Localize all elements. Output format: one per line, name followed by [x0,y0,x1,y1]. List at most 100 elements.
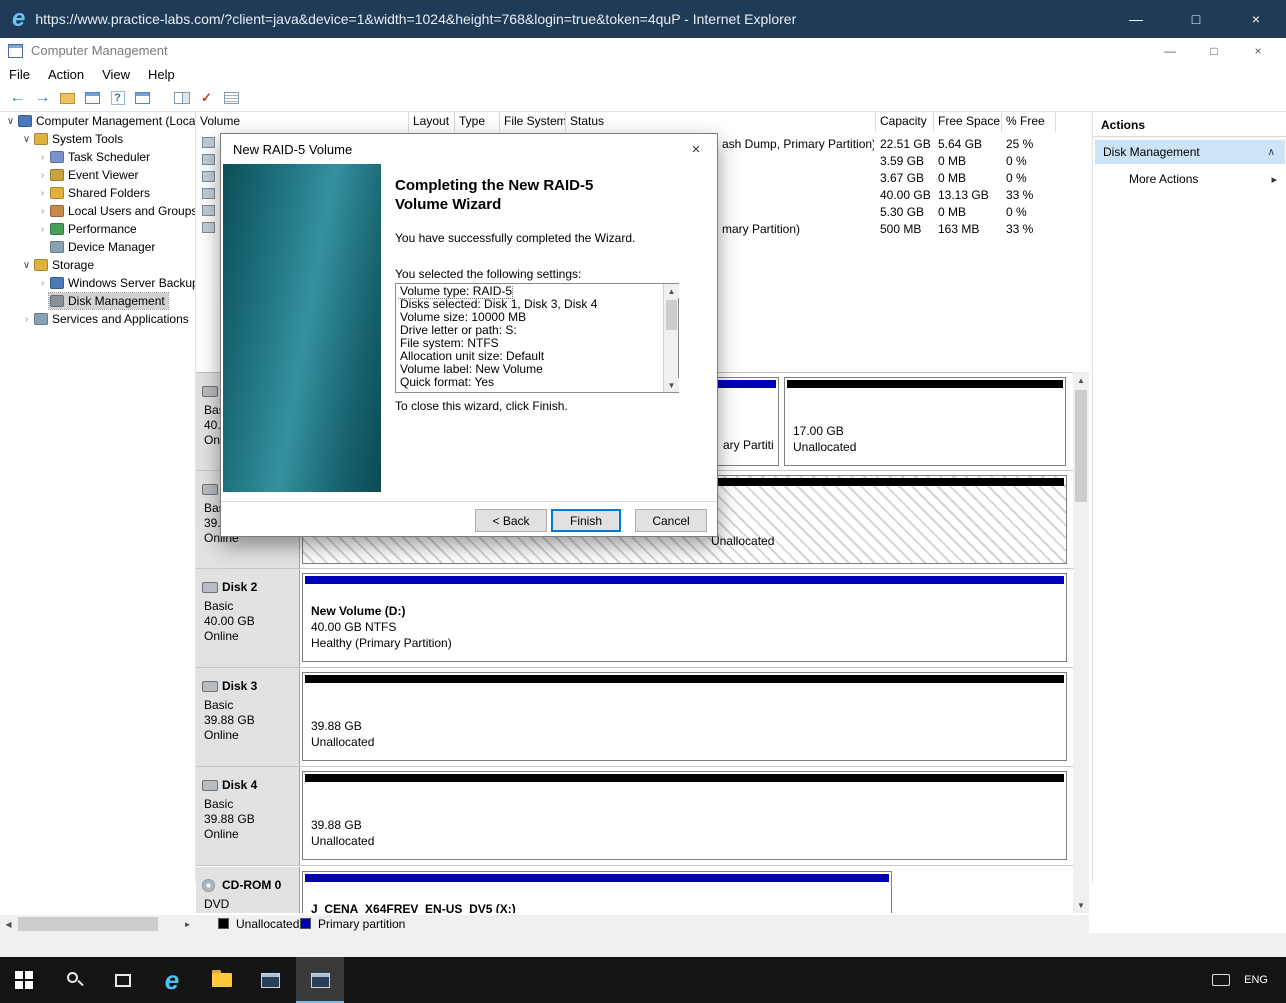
disk-3-label[interactable]: Disk 3 Basic 39.88 GB Online [196,668,300,766]
disk-2-label[interactable]: Disk 2 Basic 40.00 GB Online [196,569,300,667]
volume-icon [202,188,215,199]
taskbar-search-button[interactable] [51,957,99,1003]
tree-item-performance[interactable]: › Performance [0,220,195,238]
app-close-button[interactable]: × [1236,38,1280,63]
volume-free-space: 0 MB [938,171,966,185]
list-panel-icon[interactable] [220,88,243,109]
more-actions-item[interactable]: More Actions ▸ [1095,168,1285,190]
dialog-titlebar[interactable]: New RAID-5 Volume × [221,134,717,164]
disk-icon [202,681,218,692]
forward-icon[interactable]: → [31,88,54,109]
tree-item-storage[interactable]: ∨ Storage [0,256,195,274]
screen: e https://www.practice-labs.com/?client=… [0,0,1286,1003]
chevron-down-icon[interactable]: ∨ [20,260,33,271]
task-view-button[interactable] [99,957,147,1003]
column-layout[interactable]: Layout [409,112,455,132]
column-type[interactable]: Type [455,112,500,132]
menu-help[interactable]: Help [139,67,184,82]
dual-pane-icon[interactable] [170,88,193,109]
tree-item-task-scheduler[interactable]: › Task Scheduler [0,148,195,166]
back-icon[interactable]: ← [6,88,29,109]
tree-item-device-manager[interactable]: Device Manager [0,238,195,256]
taskbar-internet-explorer[interactable]: e [148,957,196,1003]
disk-4-unallocated-box[interactable]: 39.88 GB Unallocated [302,771,1067,860]
column-status[interactable]: Status [566,112,876,132]
tree-item-windows-server-backup[interactable]: › Windows Server Backup [0,274,195,292]
taskbar-computer-management-active[interactable] [296,957,344,1003]
system-tools-icon [34,133,48,145]
chevron-down-icon[interactable]: ∨ [20,134,33,145]
chevron-right-icon[interactable]: › [36,278,49,289]
back-button[interactable]: < Back [475,509,547,532]
tree-item-computer-management[interactable]: ∨ Computer Management (Local) [0,112,195,130]
tree-item-system-tools[interactable]: ∨ System Tools [0,130,195,148]
up-level-icon[interactable] [56,88,79,109]
setting-quick-format[interactable]: Quick format: Yes [397,376,494,389]
console-window-icon[interactable] [131,88,154,109]
tree-item-disk-management[interactable]: Disk Management [0,292,195,310]
app-maximize-button[interactable]: □ [1192,38,1236,63]
chevron-right-icon[interactable]: › [36,206,49,217]
disk-0-unallocated-box[interactable]: 17.00 GB Unallocated [784,377,1066,466]
scrollbar-thumb[interactable] [1075,390,1087,502]
chevron-down-icon[interactable]: ∨ [4,116,17,127]
column-file-system[interactable]: File System [500,112,566,132]
chevron-right-icon[interactable]: › [36,224,49,235]
start-button[interactable] [0,957,48,1003]
scrollbar-thumb[interactable] [18,917,158,931]
volume-pct-free: 33 % [1006,222,1033,236]
browser-minimize-button[interactable]: — [1106,0,1166,38]
tree-item-shared-folders[interactable]: › Shared Folders [0,184,195,202]
cancel-button[interactable]: Cancel [635,509,707,532]
taskbar-file-explorer[interactable] [198,957,246,1003]
tree-item-event-viewer[interactable]: › Event Viewer [0,166,195,184]
scroll-left-icon[interactable]: ◀ [0,915,17,933]
chevron-right-icon[interactable]: › [36,170,49,181]
cdrom-0-label[interactable]: CD-ROM 0 DVD 3.67 GB [196,867,300,913]
browser-close-button[interactable]: × [1226,0,1286,38]
browser-titlebar: e https://www.practice-labs.com/?client=… [0,0,1286,38]
menu-file[interactable]: File [0,67,39,82]
disk-view-scrollbar[interactable]: ▲ ▼ [1073,372,1089,913]
column-pct-free[interactable]: % Free [1002,112,1056,132]
show-console-tree-icon[interactable] [81,88,104,109]
browser-maximize-button[interactable]: □ [1166,0,1226,38]
column-free-space[interactable]: Free Space [934,112,1002,132]
tree-item-services-and-applications[interactable]: › Services and Applications [0,310,195,328]
chevron-right-icon[interactable]: › [20,314,33,325]
help-icon[interactable]: ? [106,88,129,109]
keyboard-icon[interactable] [1212,974,1230,986]
tree-item-local-users-and-groups[interactable]: › Local Users and Groups [0,202,195,220]
app-minimize-button[interactable]: — [1148,38,1192,63]
listbox-scrollbar[interactable]: ▲ ▼ [663,284,678,392]
volume-size-fs: 40.00 GB NTFS [311,620,396,634]
disk-4-label[interactable]: Disk 4 Basic 39.88 GB Online [196,767,300,865]
actions-disk-management-group[interactable]: Disk Management ∧ [1095,140,1285,164]
tree-scrollbar[interactable]: ◀ ► [0,915,196,933]
chevron-right-icon[interactable]: › [36,152,49,163]
unallocated-label: Unallocated [711,534,774,548]
menu-action[interactable]: Action [39,67,93,82]
action-check-icon[interactable]: ✓ [195,88,218,109]
taskbar-app-console[interactable] [246,957,294,1003]
finish-button[interactable]: Finish [551,509,621,532]
actions-group-label: Disk Management [1103,145,1200,159]
chevron-up-icon[interactable]: ∧ [1268,147,1275,158]
scroll-up-icon[interactable]: ▲ [1073,372,1089,388]
scrollbar-thumb[interactable] [666,300,677,330]
settings-listbox[interactable]: Volume type: RAID-5 Disks selected: Disk… [395,283,679,393]
scroll-up-icon[interactable]: ▲ [664,284,679,298]
disk-3-unallocated-box[interactable]: 39.88 GB Unallocated [302,672,1067,761]
menu-view[interactable]: View [93,67,139,82]
dialog-close-button[interactable]: × [675,134,717,164]
chevron-right-icon[interactable]: › [36,188,49,199]
scroll-down-icon[interactable]: ▼ [1073,897,1089,913]
cdrom-0-media-box[interactable]: J_CENA_X64FREV_EN-US_DV5 (X:) [302,871,892,913]
language-indicator[interactable]: ENG [1244,974,1268,986]
tree-item-label: Event Viewer [68,168,138,182]
scroll-right-icon[interactable]: ► [179,915,196,933]
scroll-down-icon[interactable]: ▼ [664,378,679,392]
column-volume[interactable]: Volume [196,112,409,132]
disk-2-volume-box[interactable]: New Volume (D:) 40.00 GB NTFS Healthy (P… [302,573,1067,662]
column-capacity[interactable]: Capacity [876,112,934,132]
